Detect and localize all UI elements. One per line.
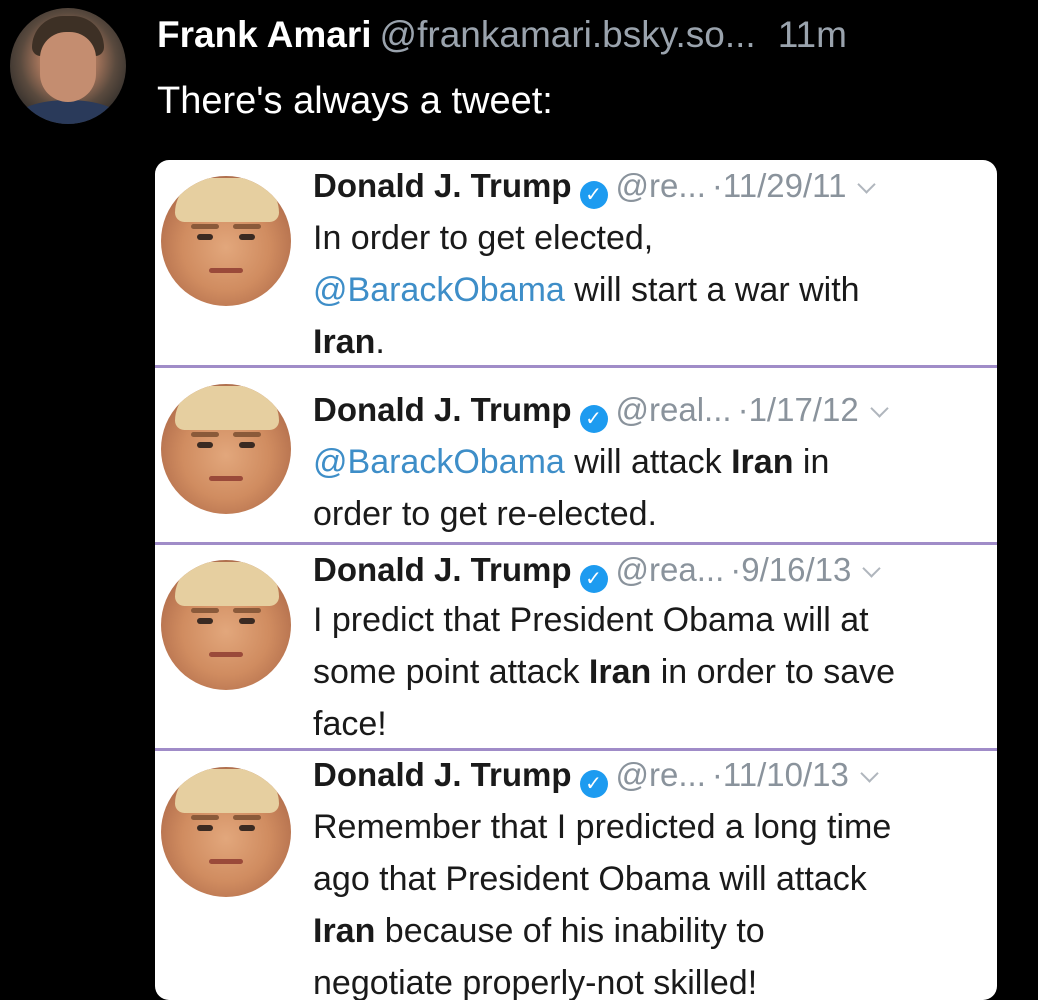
tweet-text-line: Iran because of his inability to xyxy=(313,905,993,957)
verified-icon: ✓ xyxy=(579,770,608,798)
tweet-text-line: Iran. xyxy=(313,316,993,368)
tweet-date: ·9/16/13 xyxy=(730,551,852,588)
tweet-avatar xyxy=(161,176,291,306)
tweet-author-name: Donald J. Trump xyxy=(313,167,572,204)
tweet-author-handle: @re... xyxy=(615,756,706,793)
tweet-text-line: I predict that President Obama will at xyxy=(313,594,993,646)
tweet-avatar xyxy=(161,767,291,897)
chevron-down-icon xyxy=(869,399,889,418)
text-segment: will attack xyxy=(564,443,732,481)
tweet-author-handle: @real... xyxy=(615,391,732,428)
tweet-date: ·11/29/11 xyxy=(711,167,847,204)
chevron-down-icon xyxy=(857,175,877,194)
tweet-avatar xyxy=(161,560,291,690)
tweet-text-line: @BarackObama will attack Iran in xyxy=(313,436,993,488)
verified-icon: ✓ xyxy=(579,405,608,433)
tweet-text: @BarackObama will attack Iran in order to… xyxy=(313,436,993,540)
post-header: Frank Amari @frankamari.bsky.so... 11m xyxy=(157,12,847,58)
tweet-author-handle: @re... xyxy=(615,167,706,204)
tweet-author-name: Donald J. Trump xyxy=(313,756,572,793)
text-segment: in xyxy=(793,443,830,481)
tweet-author-handle: @rea... xyxy=(615,551,725,588)
bold-text: Iran xyxy=(313,323,376,361)
text-segment: will start a war with xyxy=(564,271,860,309)
tweet-text: In order to get elected, @BarackObama wil… xyxy=(313,212,993,368)
text-segment: some point attack xyxy=(313,653,589,691)
post-text: There's always a tweet: xyxy=(157,80,553,122)
tweet-header: Donald J. Trump ✓ @re... ·11/10/13 xyxy=(313,755,879,798)
text-segment: I predict that President Obama will at xyxy=(313,601,869,639)
tweet-divider xyxy=(155,748,997,751)
text-segment: negotiate properly-not skilled! xyxy=(313,964,758,1000)
embedded-image[interactable]: Donald J. Trump ✓ @re... ·11/29/11 In order … xyxy=(155,160,997,1000)
tweet: Donald J. Trump ✓ @rea... ·9/16/13 I predict… xyxy=(155,544,997,754)
text-segment: . xyxy=(375,323,385,361)
tweet-text-line: negotiate properly-not skilled! xyxy=(313,957,993,1000)
text-segment: Remember that I predicted a long time xyxy=(313,808,892,846)
post[interactable]: Frank Amari @frankamari.bsky.so... 11m The… xyxy=(0,0,1038,1000)
bold-text: Iran xyxy=(313,912,376,950)
tweet-header: Donald J. Trump ✓ @rea... ·9/16/13 xyxy=(313,550,882,593)
tweet-date: ·11/10/13 xyxy=(711,756,849,793)
text-segment: because of his inability to xyxy=(375,912,765,950)
tweet-header: Donald J. Trump ✓ @real... ·1/17/12 xyxy=(313,390,889,433)
chevron-down-icon xyxy=(860,764,879,783)
author-avatar[interactable] xyxy=(10,8,126,124)
text-segment: order to get re-elected. xyxy=(313,495,657,533)
bold-text: Iran xyxy=(731,443,794,481)
tweet-avatar xyxy=(161,384,291,514)
text-segment: face! xyxy=(313,705,387,743)
mention-link: @BarackObama xyxy=(313,443,565,481)
tweet-text-line: ago that President Obama will attack xyxy=(313,853,993,905)
tweet: Donald J. Trump ✓ @re... ·11/29/11 In order … xyxy=(155,160,997,370)
tweet-header: Donald J. Trump ✓ @re... ·11/29/11 xyxy=(313,166,877,209)
mention-link: @BarackObama xyxy=(313,271,565,309)
tweet-text-line: In order to get elected, xyxy=(313,212,993,264)
author-name[interactable]: Frank Amari xyxy=(157,14,372,55)
text-segment: ago that President Obama will attack xyxy=(313,860,867,898)
tweet-text-line: Remember that I predicted a long time xyxy=(313,801,993,853)
verified-icon: ✓ xyxy=(579,181,608,209)
tweet-divider xyxy=(155,365,997,368)
tweet-date: ·1/17/12 xyxy=(737,391,859,428)
tweet: Donald J. Trump ✓ @re... ·11/10/13 Remember … xyxy=(155,751,997,1000)
text-segment: In order to get elected, xyxy=(313,219,654,257)
chevron-down-icon xyxy=(862,559,882,578)
verified-icon: ✓ xyxy=(579,565,608,593)
tweet-text-line: face! xyxy=(313,698,993,750)
tweet-author-name: Donald J. Trump xyxy=(313,391,572,428)
tweet-text-line: @BarackObama will start a war with xyxy=(313,264,993,316)
tweet-text: Remember that I predicted a long time ago… xyxy=(313,801,993,1000)
tweet-text-line: some point attack Iran in order to save xyxy=(313,646,993,698)
tweet-divider xyxy=(155,542,997,545)
bold-text: Iran xyxy=(588,653,652,691)
tweet-text-line: order to get re-elected. xyxy=(313,488,993,540)
author-handle[interactable]: @frankamari.bsky.so... xyxy=(380,14,756,55)
text-segment: in order to save xyxy=(651,653,896,691)
post-timestamp[interactable]: 11m xyxy=(778,14,847,55)
tweet-author-name: Donald J. Trump xyxy=(313,551,572,588)
tweet-text: I predict that President Obama will at so… xyxy=(313,594,993,750)
